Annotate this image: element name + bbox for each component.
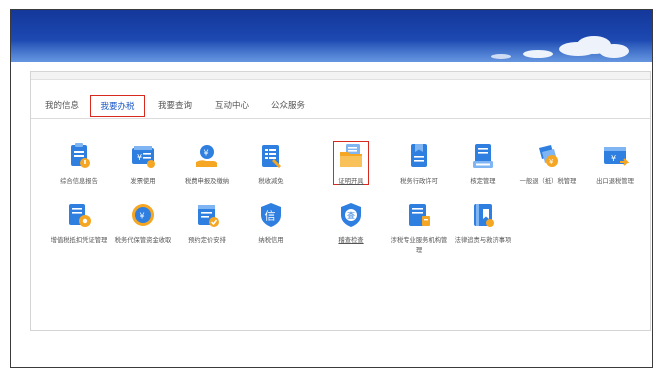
export-refund-icon: ¥ (604, 147, 629, 166)
panel-top-strip (31, 72, 650, 80)
service-label: 预约定价安排 (188, 237, 226, 244)
service-label: 核定管理 (470, 178, 496, 185)
tab-tax-handling[interactable]: 我要办税 (90, 95, 145, 117)
nav-tabs: 我的信息 我要办税 我要查询 互动中心 公众服务 (31, 95, 650, 119)
service-label: 税费申报及缴纳 (184, 178, 230, 185)
svg-text:查: 查 (347, 211, 355, 221)
tab-my-info[interactable]: 我的信息 (43, 95, 81, 117)
service-label: 稽查检查 (338, 237, 364, 244)
svg-text:¥: ¥ (140, 212, 145, 221)
svg-text:¥: ¥ (137, 153, 142, 162)
service-label: 发票使用 (130, 178, 156, 185)
banner-glow (11, 40, 652, 62)
service-item[interactable]: 查 稽查检查 (320, 201, 382, 246)
svg-text:¥: ¥ (204, 149, 209, 158)
service-item[interactable]: 税收减免 (240, 142, 302, 187)
service-label: 税务代保管资金收取 (114, 237, 172, 244)
service-item[interactable]: ¥ 税费申报及缴纳 (176, 142, 238, 187)
tax-relief-list-icon (262, 145, 281, 168)
service-item[interactable]: 增值税抵扣凭证管理 (48, 201, 110, 246)
header-banner (11, 10, 652, 62)
service-label: 出口退税管理 (596, 178, 634, 185)
service-label: 税收减免 (258, 178, 284, 185)
tab-interaction-center[interactable]: 互动中心 (209, 95, 255, 117)
document-gear-icon (69, 204, 91, 227)
service-label: 证明开具 (338, 178, 364, 185)
svg-text:¥: ¥ (611, 154, 616, 163)
legal-book-icon (474, 204, 494, 227)
coin-badge-icon: ¥ (539, 145, 558, 167)
service-item[interactable]: 信 纳税信用 (240, 201, 302, 246)
service-item[interactable]: 综合信息报告 (48, 142, 110, 187)
service-item[interactable]: 法律追责与救济事项 (452, 201, 514, 246)
service-item[interactable]: ¥ 发票使用 (112, 142, 174, 187)
browser-viewport: 我的信息 我要办税 我要查询 互动中心 公众服务 综合信息报告 ¥ 发票使用 ¥… (10, 9, 653, 368)
banner-cloud (491, 54, 511, 59)
service-item[interactable]: 预约定价安排 (176, 201, 238, 246)
credit-shield-icon: 信 (261, 203, 281, 227)
invoice-icon: ¥ (132, 146, 155, 168)
service-item[interactable]: 核定管理 (452, 142, 514, 187)
service-item[interactable]: ¥ 税务代保管资金收取 (112, 201, 174, 246)
permit-document-icon (411, 144, 427, 167)
service-item[interactable]: ¥ 一般退（抵）税管理 (517, 142, 579, 187)
hand-coin-icon: ¥ (196, 145, 217, 167)
service-label: 综合信息报告 (60, 178, 98, 185)
service-label: 增值税抵扣凭证管理 (50, 237, 108, 244)
service-item[interactable]: 证明开具 (320, 142, 382, 187)
document-user-icon (473, 144, 493, 168)
inspection-shield-icon: 查 (341, 203, 361, 227)
svg-text:¥: ¥ (549, 158, 554, 166)
svg-text:信: 信 (265, 210, 276, 223)
service-item[interactable]: 涉税专业服务机构管理 (388, 201, 450, 256)
clipboard-info-icon (71, 143, 90, 168)
service-label: 一般退（抵）税管理 (519, 178, 577, 185)
banner-cloud (599, 44, 629, 58)
agency-document-icon (409, 204, 430, 226)
tab-public-service[interactable]: 公众服务 (265, 95, 311, 117)
service-label: 法律追责与救济事项 (454, 237, 512, 244)
service-item[interactable]: 税务行政许可 (388, 142, 450, 187)
service-label: 涉税专业服务机构管理 (390, 237, 448, 254)
service-item[interactable]: ¥ 出口退税管理 (584, 142, 646, 187)
main-panel: 我的信息 我要办税 我要查询 互动中心 公众服务 综合信息报告 ¥ 发票使用 ¥… (30, 71, 651, 331)
service-label: 税务行政许可 (400, 178, 438, 185)
schedule-check-icon (198, 205, 219, 227)
folder-document-icon (340, 144, 362, 167)
banner-cloud (523, 50, 553, 58)
money-safe-icon: ¥ (132, 204, 154, 226)
tab-query[interactable]: 我要查询 (152, 95, 198, 117)
service-label: 纳税信用 (258, 237, 284, 244)
